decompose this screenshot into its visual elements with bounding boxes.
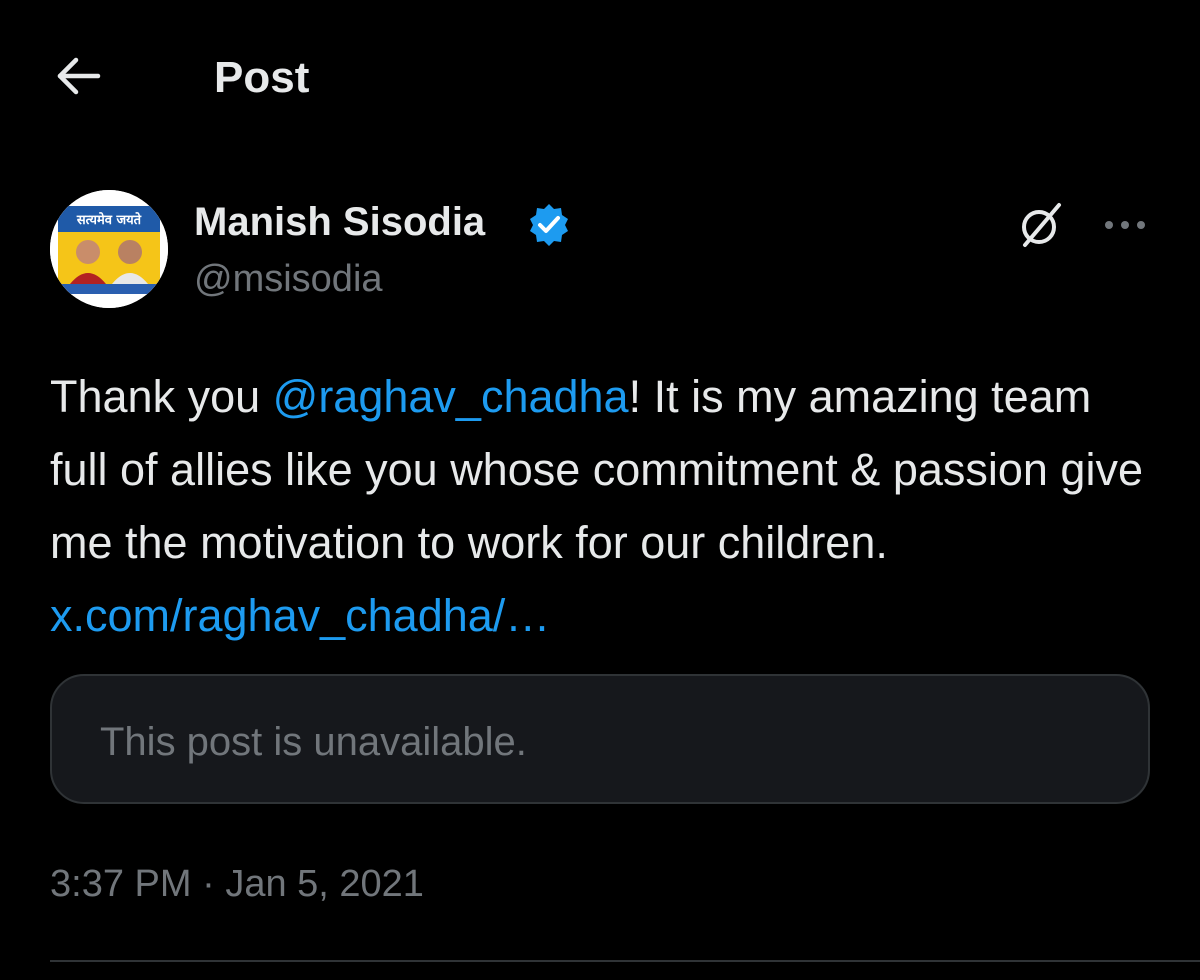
grok-icon <box>1015 199 1067 256</box>
post-body: Thank you @raghav_chadha! It is my amazi… <box>50 360 1160 652</box>
page-title: Post <box>214 53 310 102</box>
verified-badge-icon <box>526 202 572 248</box>
mention-link[interactable]: @raghav_chadha <box>273 371 629 422</box>
author-name[interactable]: Manish Sisodia <box>194 198 485 246</box>
post-text-start: Thank you <box>50 371 273 422</box>
post-date[interactable]: Jan 5, 2021 <box>225 863 424 905</box>
post-timestamp: 3:37 PM · Jan 5, 2021 <box>50 860 424 908</box>
quoted-post-card[interactable]: This post is unavailable. <box>50 674 1150 804</box>
grok-button[interactable] <box>1010 196 1072 258</box>
timestamp-separator: · <box>191 863 226 905</box>
unavailable-message: This post is unavailable. <box>100 720 527 764</box>
more-horizontal-icon <box>1102 218 1148 237</box>
external-link[interactable]: x.com/raghav_chadha/… <box>50 590 550 641</box>
post-author: सत्यमेव जयते Manish Sisodia @msisodia <box>0 188 1200 318</box>
arrow-left-icon <box>54 56 102 101</box>
top-bar: Post <box>0 0 1200 150</box>
more-button[interactable] <box>1094 196 1156 258</box>
avatar[interactable]: सत्यमेव जयते <box>50 190 168 308</box>
back-button[interactable] <box>48 50 108 106</box>
divider <box>50 960 1200 962</box>
avatar-banner-text: सत्यमेव जयते <box>76 212 142 228</box>
author-handle[interactable]: @msisodia <box>194 256 383 302</box>
post-time[interactable]: 3:37 PM <box>50 863 192 905</box>
